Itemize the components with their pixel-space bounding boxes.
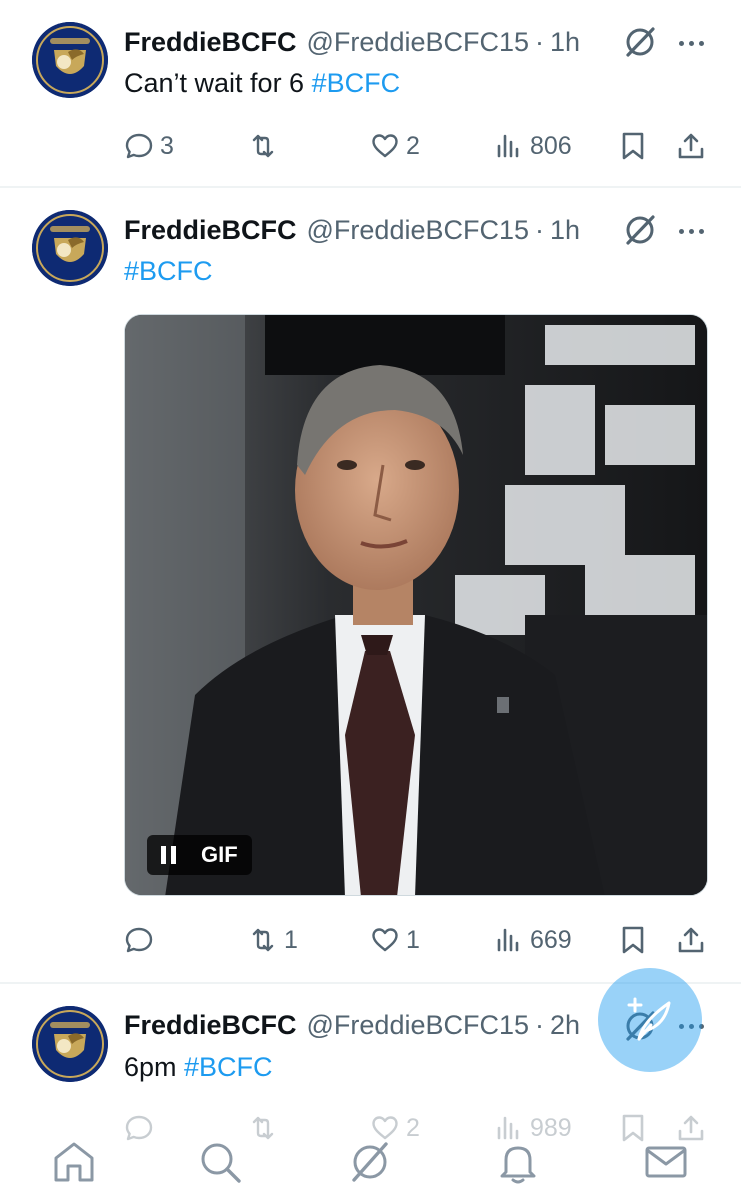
reply-button[interactable]: 3 <box>124 126 174 166</box>
club-crest-icon <box>32 1006 108 1082</box>
bookmark-icon <box>622 132 644 160</box>
tweet[interactable]: FreddieBCFC @FreddieBCFC15 · 1h #BCFC GI… <box>0 188 741 982</box>
home-icon <box>54 1142 94 1182</box>
display-name[interactable]: FreddieBCFC <box>124 27 297 58</box>
separator: · <box>535 1009 545 1040</box>
hashtag-link[interactable]: #BCFC <box>184 1052 273 1082</box>
compose-button[interactable] <box>598 968 702 1072</box>
search-icon <box>201 1143 241 1183</box>
tweet-actions: 3 2 806 <box>0 126 741 166</box>
gif-image <box>125 315 707 895</box>
gif-badge[interactable]: GIF <box>147 835 252 875</box>
grok-icon[interactable] <box>622 212 658 248</box>
timestamp[interactable]: 1h <box>550 27 580 58</box>
bell-icon <box>500 1146 536 1184</box>
share-button[interactable] <box>676 126 706 166</box>
separator: · <box>535 214 545 245</box>
gif-label: GIF <box>201 842 238 867</box>
tweet-header: FreddieBCFC @FreddieBCFC15 · 1h <box>124 25 580 59</box>
views-icon <box>497 134 519 158</box>
bookmark-icon <box>622 926 644 954</box>
tweet-text: 6pm #BCFC <box>124 1050 273 1084</box>
hashtag-link[interactable]: #BCFC <box>312 68 401 98</box>
club-crest-icon <box>32 22 108 98</box>
views-icon <box>497 928 519 952</box>
timestamp[interactable]: 1h <box>550 215 580 246</box>
reply-icon <box>125 927 153 953</box>
more-options-icon[interactable] <box>674 214 708 248</box>
separator: · <box>535 26 545 57</box>
repost-button[interactable] <box>248 126 284 166</box>
bookmark-button[interactable] <box>618 126 648 166</box>
repost-icon <box>252 134 274 158</box>
club-crest-icon <box>32 210 108 286</box>
tweet-header: FreddieBCFC @FreddieBCFC15 · 2h <box>124 1008 580 1042</box>
nav-notifications[interactable] <box>494 1138 542 1186</box>
bottom-navigation <box>0 1112 741 1200</box>
share-icon <box>678 133 704 159</box>
grok-icon <box>352 1142 388 1182</box>
nav-search[interactable] <box>196 1138 244 1186</box>
more-options-icon[interactable] <box>674 26 708 60</box>
tweet-text: #BCFC <box>124 254 213 288</box>
heart-icon <box>372 928 398 952</box>
avatar[interactable] <box>32 210 108 286</box>
view-count: 806 <box>530 131 572 160</box>
gif-media[interactable]: GIF <box>124 314 708 896</box>
heart-icon <box>372 134 398 158</box>
like-button[interactable]: 1 <box>370 920 420 960</box>
like-count: 2 <box>406 131 420 160</box>
view-count: 669 <box>530 925 572 954</box>
compose-plus-icon <box>627 997 671 1041</box>
display-name[interactable]: FreddieBCFC <box>124 1010 297 1041</box>
like-button[interactable]: 2 <box>370 126 420 166</box>
tweet-text: Can’t wait for 6 #BCFC <box>124 66 400 100</box>
mail-icon <box>645 1146 687 1178</box>
reply-icon <box>125 133 153 159</box>
tweet-actions: 1 1 669 <box>0 920 741 960</box>
display-name[interactable]: FreddieBCFC <box>124 215 297 246</box>
tweet-header: FreddieBCFC @FreddieBCFC15 · 1h <box>124 213 580 247</box>
repost-icon <box>252 928 274 952</box>
share-button[interactable] <box>676 920 706 960</box>
user-handle[interactable]: @FreddieBCFC15 <box>307 1010 530 1041</box>
user-handle[interactable]: @FreddieBCFC15 <box>307 215 530 246</box>
tweet-body: 6pm <box>124 1052 185 1082</box>
views-button[interactable]: 806 <box>494 126 572 166</box>
bookmark-button[interactable] <box>618 920 648 960</box>
nav-grok[interactable] <box>346 1138 394 1186</box>
avatar[interactable] <box>32 1006 108 1082</box>
grok-icon[interactable] <box>622 24 658 60</box>
repost-count: 1 <box>284 925 298 954</box>
user-handle[interactable]: @FreddieBCFC15 <box>307 27 530 58</box>
nav-messages[interactable] <box>642 1138 690 1186</box>
repost-button[interactable]: 1 <box>248 920 298 960</box>
nav-home[interactable] <box>50 1138 98 1186</box>
views-button[interactable]: 669 <box>494 920 572 960</box>
hashtag-link[interactable]: #BCFC <box>124 256 213 286</box>
pause-icon[interactable] <box>161 846 181 864</box>
reply-button[interactable] <box>124 920 160 960</box>
tweet[interactable]: FreddieBCFC @FreddieBCFC15 · 1h Can’t wa… <box>0 0 741 186</box>
timestamp[interactable]: 2h <box>550 1010 580 1041</box>
share-icon <box>678 927 704 953</box>
avatar[interactable] <box>32 22 108 98</box>
like-count: 1 <box>406 925 420 954</box>
reply-count: 3 <box>160 131 174 160</box>
tweet-body: Can’t wait for 6 <box>124 68 312 98</box>
